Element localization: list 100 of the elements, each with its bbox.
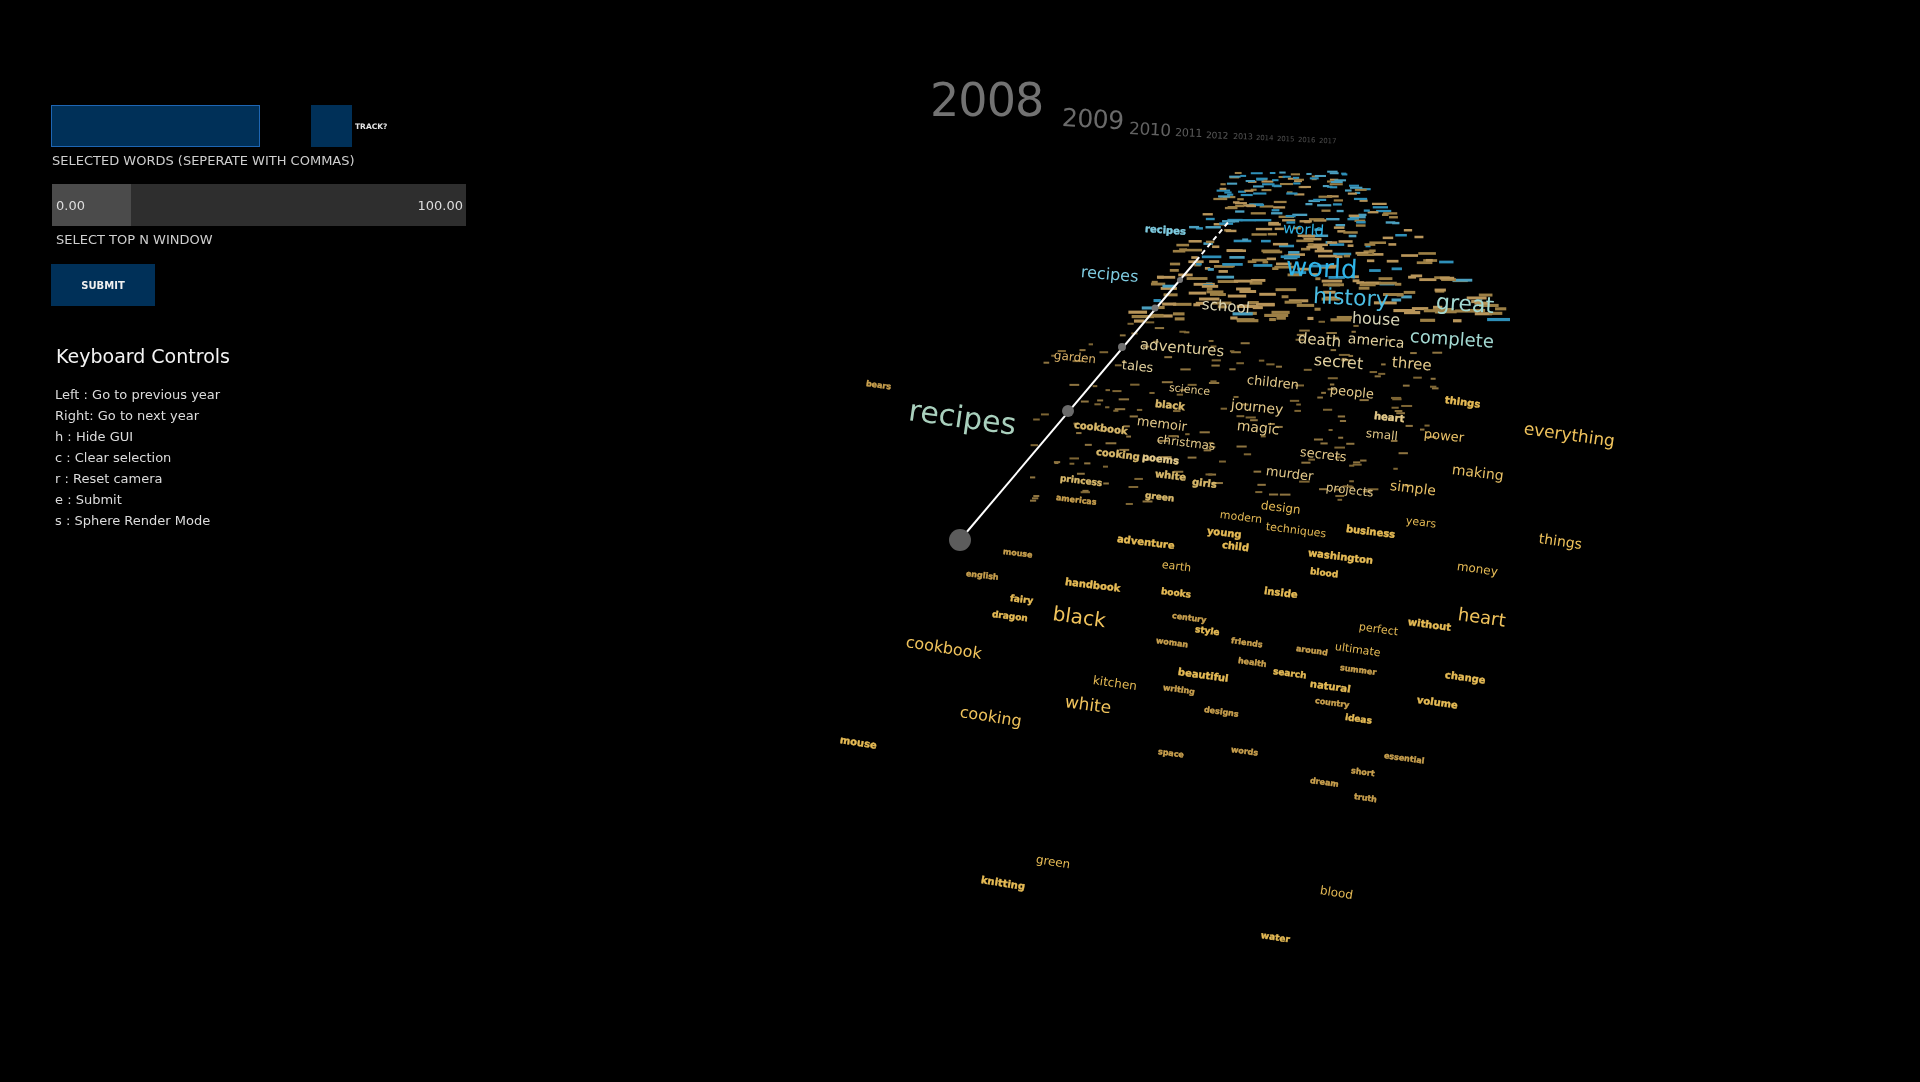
cloud-word: small xyxy=(1365,425,1399,444)
cloud-word: simple xyxy=(1389,476,1437,499)
cloud-word: princess xyxy=(1059,472,1103,489)
cloud-word: poems xyxy=(1141,451,1180,468)
cloud-word: style xyxy=(1194,623,1221,638)
cloud-word: world xyxy=(1282,219,1325,240)
cloud-word: earth xyxy=(1161,558,1192,576)
cloud-word: cooking xyxy=(958,702,1024,732)
cloud-word: woman xyxy=(1155,636,1189,651)
cloud-word: ultimate xyxy=(1334,640,1382,660)
cloud-word: washington xyxy=(1307,547,1374,567)
keyboard-shortcut-text: h : Hide GUI xyxy=(55,428,135,446)
cloud-word: handbook xyxy=(1064,576,1121,595)
cloud-word: power xyxy=(1423,426,1465,446)
cloud-word: ideas xyxy=(1344,711,1373,727)
cloud-word: business xyxy=(1345,523,1396,541)
cloud-word: things xyxy=(1537,529,1584,553)
cloud-word: recipes xyxy=(1144,223,1187,238)
cloud-word: death xyxy=(1297,329,1342,351)
cloud-word: summer xyxy=(1339,663,1377,678)
year-label: 2009 xyxy=(1061,103,1125,137)
cloud-word: dragon xyxy=(991,608,1029,624)
cloud-word: mouse xyxy=(1002,547,1034,561)
track-checkbox[interactable] xyxy=(311,105,352,147)
cloud-word: america xyxy=(1347,329,1406,352)
cloud-word: change xyxy=(1444,669,1487,687)
cloud-word: design xyxy=(1260,497,1302,517)
cloud-word: child xyxy=(1221,539,1250,555)
cloud-word: dream xyxy=(1309,776,1340,790)
keyboard-shortcut-text: Left : Go to previous year xyxy=(55,386,221,404)
slider-min-value: 0.00 xyxy=(56,197,85,213)
cloud-word: heart xyxy=(1456,603,1507,632)
cloud-word: projects xyxy=(1325,479,1375,500)
cloud-word: black xyxy=(1051,601,1108,633)
cloud-word: books xyxy=(1160,585,1192,601)
cloud-word: bears xyxy=(865,379,892,393)
cloud-word: americas xyxy=(1055,493,1098,508)
cloud-word: magic xyxy=(1236,416,1281,438)
cloud-word: recipes xyxy=(1080,262,1140,287)
cloud-word: around xyxy=(1295,644,1329,659)
keyboard-shortcut-text: s : Sphere Render Mode xyxy=(55,512,212,530)
cloud-word: modern xyxy=(1219,508,1263,527)
cloud-word: cooking xyxy=(1095,446,1141,464)
cloud-word: words xyxy=(1230,745,1259,759)
cloud-word: black xyxy=(1154,398,1186,414)
cloud-word: perfect xyxy=(1358,620,1399,639)
cloud-word: space xyxy=(1157,747,1185,761)
cloud-word: essential xyxy=(1383,751,1426,767)
cloud-word: techniques xyxy=(1265,520,1327,541)
year-label: 2011 xyxy=(1174,126,1203,141)
cloud-word: cookbook xyxy=(1073,419,1129,438)
cloud-word: search xyxy=(1272,665,1308,682)
cloud-word: writing xyxy=(1162,683,1196,698)
cloud-word: heart xyxy=(1373,410,1405,426)
cloud-word: century xyxy=(1171,611,1207,626)
cloud-word: girls xyxy=(1191,476,1218,491)
cloud-word: garden xyxy=(1053,347,1097,367)
top-n-slider[interactable]: 0.00 100.00 xyxy=(52,184,466,226)
cloud-word: everything xyxy=(1522,417,1617,451)
cloud-word: children xyxy=(1246,372,1300,394)
cloud-word: inside xyxy=(1263,585,1299,602)
cloud-word: christmas xyxy=(1156,431,1217,454)
year-label: 2013 xyxy=(1232,132,1253,143)
cloud-word: great xyxy=(1435,288,1495,320)
cloud-word: school xyxy=(1201,295,1251,318)
cloud-word: secrets xyxy=(1299,444,1348,466)
selected-words-field[interactable] xyxy=(51,105,260,147)
cloud-word: natural xyxy=(1309,678,1352,696)
selected-words-label: SELECTED WORDS (SEPERATE WITH COMMAS) xyxy=(52,153,355,169)
slider-handle[interactable] xyxy=(52,184,131,226)
cloud-word: health xyxy=(1237,656,1268,670)
cloud-word: secret xyxy=(1313,350,1364,374)
cloud-word: without xyxy=(1407,616,1452,634)
cloud-word: knitting xyxy=(980,874,1026,893)
cloud-word: young xyxy=(1206,525,1243,541)
keyboard-shortcut-text: Right: Go to next year xyxy=(55,407,201,425)
cloud-word: three xyxy=(1391,353,1433,375)
cloud-word: designs xyxy=(1203,705,1240,720)
keyboard-shortcut-text: c : Clear selection xyxy=(55,449,173,467)
cloud-word: people xyxy=(1329,382,1375,403)
cloud-word: murder xyxy=(1265,463,1315,485)
cloud-word: white xyxy=(1154,468,1187,484)
cloud-word: blood xyxy=(1309,565,1339,580)
cloud-word: journey xyxy=(1230,395,1285,418)
submit-button[interactable]: SUBMIT xyxy=(51,264,155,306)
cloud-word: adventure xyxy=(1116,533,1176,552)
year-label: 2012 xyxy=(1205,129,1229,142)
cloud-word: green xyxy=(1034,851,1072,872)
cloud-word: short xyxy=(1350,766,1376,780)
cloud-word: green xyxy=(1144,489,1175,504)
cloud-word: making xyxy=(1451,460,1505,484)
cloud-word: english xyxy=(965,569,1000,583)
year-label: 2008 xyxy=(930,73,1044,129)
cloud-word: blood xyxy=(1318,882,1354,903)
cloud-word: fairy xyxy=(1009,592,1034,607)
cloud-word: science xyxy=(1168,381,1211,399)
slider-max-value: 100.00 xyxy=(417,197,463,213)
keyboard-shortcut-text: r : Reset camera xyxy=(55,470,164,488)
cloud-word: things xyxy=(1444,394,1482,411)
cloud-word: recipes xyxy=(906,392,1019,443)
